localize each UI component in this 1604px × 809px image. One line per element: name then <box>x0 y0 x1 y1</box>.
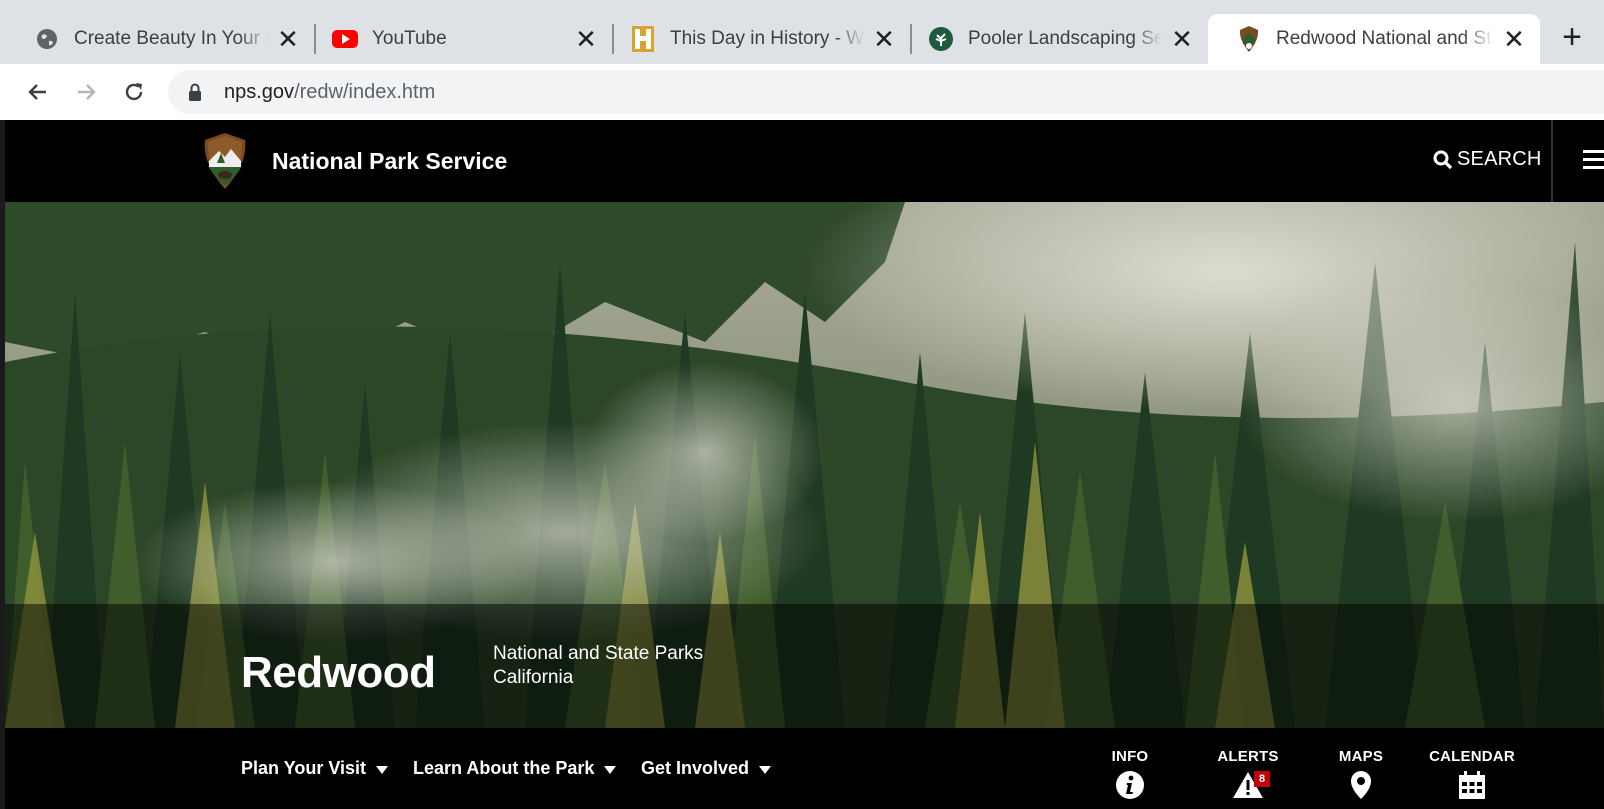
url-path: /redw/index.htm <box>294 80 436 103</box>
tab-title: Create Beauty In Your life <box>74 28 268 49</box>
menu-plan-your-visit[interactable]: Plan Your Visit <box>241 758 389 779</box>
quick-link-label: CALENDAR <box>1429 748 1515 765</box>
browser-toolbar: nps.gov/redw/index.htm <box>0 64 1604 120</box>
park-name[interactable]: Redwood <box>241 648 436 698</box>
lock-icon <box>186 83 204 101</box>
caret-down-icon <box>376 765 389 774</box>
search-icon <box>1433 150 1453 169</box>
tab-create-beauty[interactable]: Create Beauty In Your life ✕ <box>6 14 314 64</box>
quick-link-maps[interactable]: MAPS <box>1335 748 1387 801</box>
close-icon[interactable]: ✕ <box>276 26 300 52</box>
hero-banner: Redwood National and State Parks Califor… <box>5 202 1604 728</box>
new-tab-button[interactable]: + <box>1555 18 1589 56</box>
park-state: California <box>493 667 574 688</box>
close-icon[interactable]: ✕ <box>872 26 896 52</box>
search-button[interactable]: SEARCH <box>1433 148 1542 171</box>
arrow-right-icon <box>78 84 96 100</box>
hamburger-menu-icon[interactable] <box>1583 150 1604 172</box>
menu-label: Get Involved <box>641 758 750 778</box>
tree-icon <box>928 26 954 52</box>
menu-learn-about-the-park[interactable]: Learn About the Park <box>413 758 617 779</box>
park-designation: National and State Parks <box>493 643 704 664</box>
tab-history[interactable]: This Day in History - What ✕ <box>602 14 910 64</box>
park-designation-block: National and State Parks California <box>493 642 703 690</box>
quick-link-info[interactable]: INFO <box>1105 748 1155 801</box>
close-icon[interactable]: ✕ <box>1170 26 1194 52</box>
tab-title: YouTube <box>372 28 447 49</box>
back-button[interactable] <box>20 74 56 110</box>
map-pin-icon <box>1345 769 1377 801</box>
search-label: SEARCH <box>1457 148 1542 170</box>
url-host: nps.gov <box>224 80 295 103</box>
alert-icon: 8 <box>1232 769 1270 801</box>
info-icon <box>1114 769 1146 801</box>
reload-button[interactable] <box>116 74 152 110</box>
menu-label: Learn About the Park <box>413 758 595 778</box>
alert-count-badge: 8 <box>1254 771 1270 787</box>
menu-get-involved[interactable]: Get Involved <box>641 758 772 779</box>
arrow-left-icon <box>28 84 46 100</box>
nps-arrowhead-icon <box>1236 26 1262 52</box>
youtube-icon <box>332 26 358 52</box>
browser-tab-strip: Create Beauty In Your life ✕ YouTube ✕ T… <box>0 0 1604 64</box>
agency-name[interactable]: National Park Service <box>272 148 507 175</box>
caret-down-icon <box>759 765 772 774</box>
history-h-icon <box>630 26 656 52</box>
quick-link-label: MAPS <box>1338 748 1384 765</box>
quick-link-alerts[interactable]: ALERTS 8 <box>1213 748 1283 801</box>
quick-link-calendar[interactable]: CALENDAR <box>1429 748 1515 801</box>
tab-youtube[interactable]: YouTube ✕ <box>304 14 612 64</box>
tab-title: This Day in History - What <box>670 28 864 49</box>
tab-redwood[interactable]: Redwood National and Sta ✕ <box>1208 14 1540 64</box>
forward-button[interactable] <box>68 74 104 110</box>
calendar-icon <box>1456 769 1488 801</box>
close-icon[interactable]: ✕ <box>1502 26 1526 52</box>
close-icon[interactable]: ✕ <box>574 26 598 52</box>
globe-icon <box>34 26 60 52</box>
tab-title: Pooler Landscaping Servic <box>968 28 1162 49</box>
reload-icon <box>125 83 143 101</box>
tab-title: Redwood National and Sta <box>1276 28 1494 49</box>
address-bar[interactable]: nps.gov/redw/index.htm <box>168 70 1604 114</box>
tab-pooler-landscaping[interactable]: Pooler Landscaping Servic ✕ <box>900 14 1208 64</box>
caret-down-icon <box>604 765 617 774</box>
park-navigation: Plan Your Visit Learn About the Park Get… <box>5 728 1604 809</box>
nps-global-header: National Park Service SEARCH <box>5 120 1604 202</box>
nps-arrowhead-logo[interactable] <box>203 133 247 189</box>
quick-link-label: INFO <box>1111 748 1149 765</box>
quick-link-label: ALERTS <box>1217 748 1279 765</box>
menu-label: Plan Your Visit <box>241 758 367 778</box>
header-divider <box>1551 120 1553 202</box>
